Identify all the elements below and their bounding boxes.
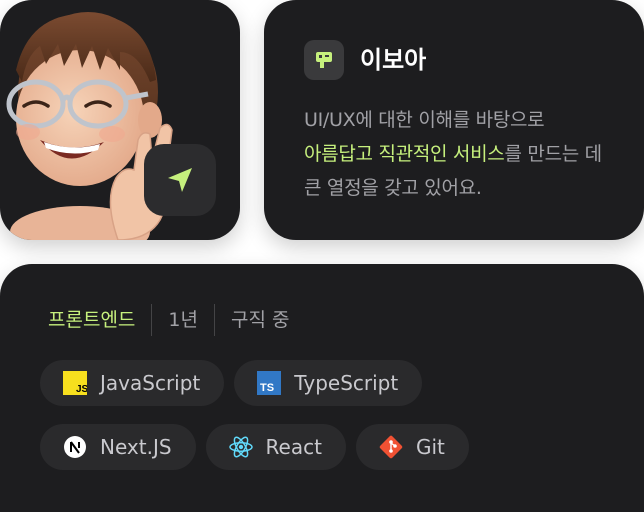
status-label: 구직 중 bbox=[230, 309, 290, 331]
role-label: 프론트엔드 bbox=[48, 309, 136, 331]
javascript-icon: JS bbox=[62, 370, 88, 396]
experience-label: 1년 bbox=[168, 309, 198, 331]
skills-card: 프론트엔드 1년 구직 중 JS JavaScript TS TypeScrip… bbox=[0, 264, 644, 512]
svg-text:JS: JS bbox=[76, 384, 87, 395]
avatar-card bbox=[0, 0, 240, 240]
profile-bio: UI/UX에 대한 이해를 바탕으로 아름답고 직관적인 서비스를 만드는 데 … bbox=[304, 103, 614, 205]
profile-name: 이보아 bbox=[360, 46, 427, 74]
send-icon bbox=[168, 168, 192, 192]
skill-label: React bbox=[265, 435, 322, 459]
typescript-icon: TS bbox=[256, 370, 282, 396]
skill-chip-git[interactable]: Git bbox=[355, 424, 469, 470]
send-button[interactable] bbox=[144, 144, 216, 216]
skill-label: Next.JS bbox=[100, 435, 172, 459]
skill-chips: JS JavaScript TS TypeScript Next.JS Reac… bbox=[40, 360, 620, 488]
bio-text-before: UI/UX에 대한 이해를 바탕으로 bbox=[304, 109, 545, 131]
skill-chip-react[interactable]: React bbox=[205, 424, 346, 470]
skill-label: TypeScript bbox=[294, 371, 399, 395]
skill-chip-typescript[interactable]: TS TypeScript bbox=[234, 360, 423, 406]
nextjs-icon bbox=[62, 434, 88, 460]
profile-meta: 프론트엔드 1년 구직 중 bbox=[48, 304, 289, 336]
skill-chip-nextjs[interactable]: Next.JS bbox=[40, 424, 196, 470]
bio-highlight: 아름답고 직관적인 서비스 bbox=[304, 143, 505, 165]
skill-label: Git bbox=[415, 435, 445, 459]
divider bbox=[151, 304, 153, 336]
skill-chip-javascript[interactable]: JS JavaScript bbox=[40, 360, 225, 406]
profile-card: 이보아 UI/UX에 대한 이해를 바탕으로 아름답고 직관적인 서비스를 만드… bbox=[264, 0, 644, 240]
svg-text:TS: TS bbox=[260, 382, 274, 394]
git-icon bbox=[378, 434, 404, 460]
skill-label: JavaScript bbox=[100, 371, 201, 395]
logo-icon bbox=[304, 40, 344, 80]
profile-page: 이보아 UI/UX에 대한 이해를 바탕으로 아름답고 직관적인 서비스를 만드… bbox=[0, 0, 644, 512]
divider bbox=[213, 304, 215, 336]
react-icon bbox=[228, 434, 254, 460]
